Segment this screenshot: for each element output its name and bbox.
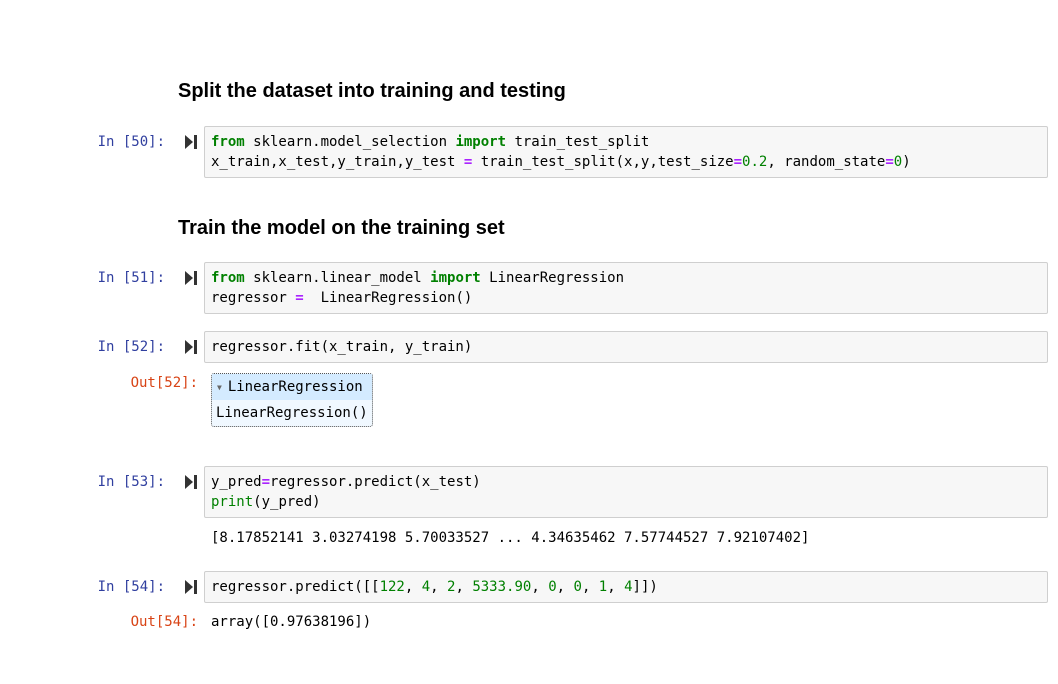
input-prompt: In [52]: bbox=[97, 339, 165, 355]
code-token: train_test_split(x,y,test_size bbox=[472, 154, 734, 170]
estimator-widget[interactable]: ▼ LinearRegression LinearRegression() bbox=[211, 373, 373, 427]
input-prompt: In [50]: bbox=[97, 134, 165, 150]
code-editor[interactable]: regressor.fit(x_train, y_train) bbox=[204, 331, 1048, 363]
code-token: , bbox=[404, 579, 422, 595]
section-heading-split: Split the dataset into training and test… bbox=[178, 80, 566, 102]
code-token: , bbox=[581, 579, 599, 595]
code-token: sklearn.model_selection bbox=[244, 134, 456, 150]
code-token: ]]) bbox=[632, 579, 658, 595]
stdout-53: [8.17852141 3.03274198 5.70033527 ... 4.… bbox=[211, 530, 810, 546]
code-line: print(y_pred) bbox=[211, 492, 1041, 512]
run-cell-icon[interactable] bbox=[185, 475, 197, 489]
code-token: train_test_split bbox=[506, 134, 650, 150]
collapse-triangle-icon[interactable]: ▼ bbox=[217, 383, 222, 392]
code-token: 0 bbox=[548, 579, 557, 595]
code-token: = bbox=[295, 290, 304, 306]
code-token: 5333.90 bbox=[472, 579, 532, 595]
code-token: 122 bbox=[379, 579, 405, 595]
code-token: import bbox=[455, 134, 507, 150]
code-token: from bbox=[211, 134, 245, 150]
code-token: , bbox=[430, 579, 448, 595]
code-token: = bbox=[885, 154, 894, 170]
code-token: 0 bbox=[893, 154, 903, 170]
code-token: from bbox=[211, 270, 245, 286]
code-token: regressor.fit(x_train, y_train) bbox=[211, 339, 473, 355]
code-token: 1 bbox=[598, 579, 608, 595]
code-editor[interactable]: from sklearn.model_selection import trai… bbox=[204, 126, 1048, 178]
run-cell-icon[interactable] bbox=[185, 271, 197, 285]
code-token: = bbox=[261, 474, 271, 490]
code-token: , bbox=[455, 579, 473, 595]
code-editor[interactable]: regressor.predict([[122, 4, 2, 5333.90, … bbox=[204, 571, 1048, 603]
code-token: x_train,x_test,y_train,y_test bbox=[211, 154, 464, 170]
code-token: , random_state bbox=[767, 154, 886, 170]
input-prompt: In [53]: bbox=[97, 474, 165, 490]
code-token: 0 bbox=[573, 579, 582, 595]
estimator-repr: LinearRegression() bbox=[216, 405, 368, 421]
input-prompt: In [54]: bbox=[97, 579, 165, 595]
code-token: sklearn.linear_model bbox=[244, 270, 431, 286]
code-token: 4 bbox=[624, 579, 633, 595]
estimator-name: LinearRegression bbox=[227, 379, 363, 395]
code-editor[interactable]: from sklearn.linear_model import LinearR… bbox=[204, 262, 1048, 314]
code-token: 0.2 bbox=[742, 154, 768, 170]
output-54: array([0.97638196]) bbox=[211, 614, 372, 630]
code-token: ) bbox=[902, 154, 911, 170]
code-token: LinearRegression bbox=[480, 270, 625, 286]
code-token: import bbox=[430, 270, 481, 286]
code-token: regressor.predict(x_test) bbox=[270, 474, 481, 490]
code-token: regressor bbox=[211, 290, 296, 306]
code-line: y_pred=regressor.predict(x_test) bbox=[211, 472, 1041, 492]
estimator-header[interactable]: ▼ LinearRegression bbox=[212, 374, 372, 400]
code-token: LinearRegression() bbox=[303, 290, 473, 306]
output-prompt-52: Out[52]: bbox=[130, 375, 198, 391]
code-token: = bbox=[733, 154, 743, 170]
code-line: from sklearn.linear_model import LinearR… bbox=[211, 268, 1041, 288]
output-prompt-54: Out[54]: bbox=[130, 614, 198, 630]
run-cell-icon[interactable] bbox=[185, 580, 197, 594]
code-line: regressor = LinearRegression() bbox=[211, 288, 1041, 308]
code-token: y_pred bbox=[211, 474, 262, 490]
code-line: regressor.fit(x_train, y_train) bbox=[211, 337, 1041, 357]
code-line: regressor.predict([[122, 4, 2, 5333.90, … bbox=[211, 577, 1041, 597]
code-token: , bbox=[531, 579, 549, 595]
code-token: (y_pred) bbox=[253, 494, 321, 510]
code-line: x_train,x_test,y_train,y_test = train_te… bbox=[211, 152, 1041, 172]
code-editor[interactable]: y_pred=regressor.predict(x_test) print(y_… bbox=[204, 466, 1048, 518]
run-cell-icon[interactable] bbox=[185, 340, 197, 354]
code-token: 4 bbox=[421, 579, 431, 595]
run-cell-icon[interactable] bbox=[185, 135, 197, 149]
input-prompt: In [51]: bbox=[97, 270, 165, 286]
code-token: , bbox=[556, 579, 574, 595]
code-token: , bbox=[607, 579, 625, 595]
code-token: print bbox=[211, 494, 254, 510]
section-heading-train: Train the model on the training set bbox=[178, 217, 505, 239]
code-line: from sklearn.model_selection import trai… bbox=[211, 132, 1041, 152]
code-token: regressor.predict([[ bbox=[211, 579, 380, 595]
